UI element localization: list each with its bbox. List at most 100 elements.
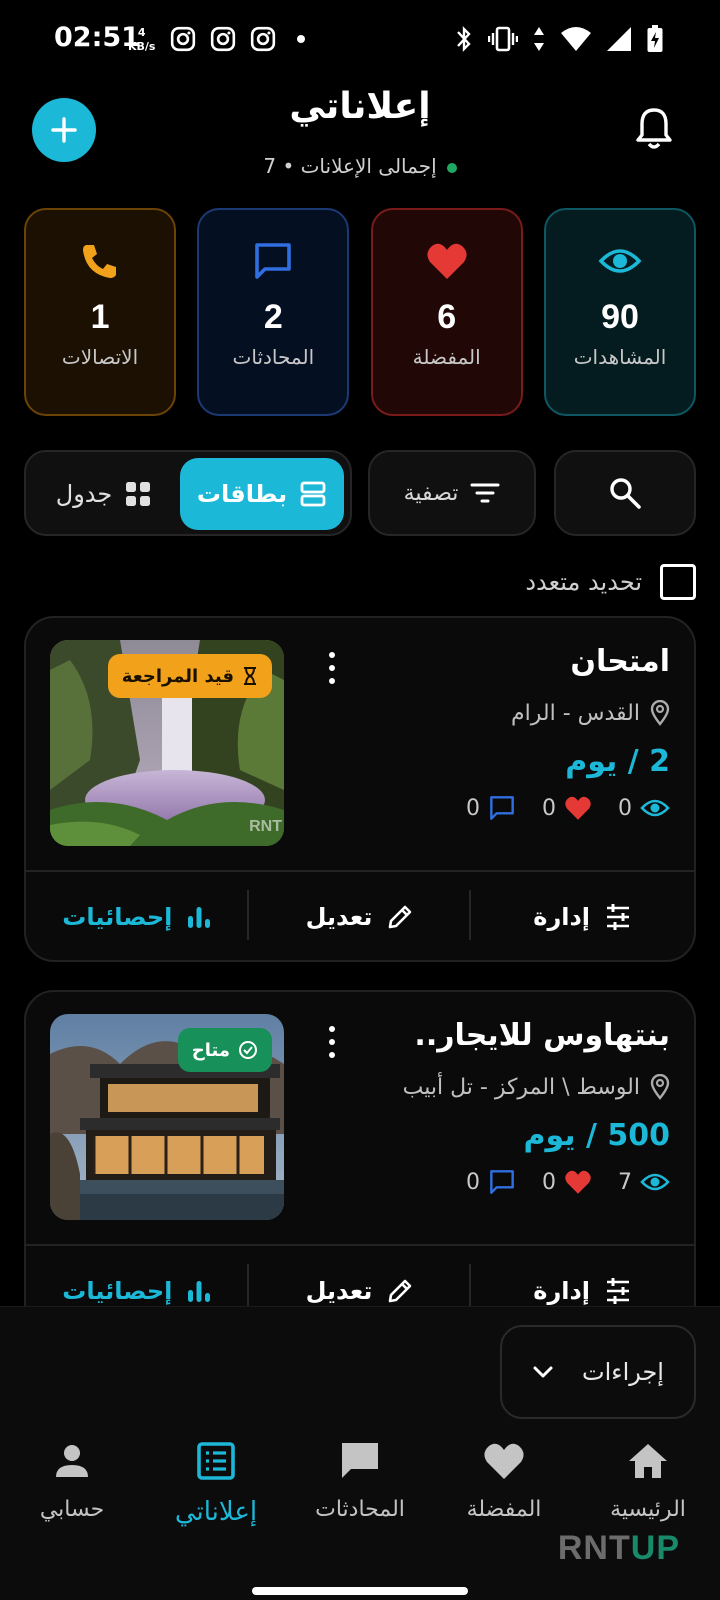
status-bar: 02:51 4 KB/s: [0, 0, 720, 84]
nav-favorites[interactable]: المفضلة: [432, 1439, 576, 1549]
chats-metric: 0: [466, 1168, 516, 1196]
tune-icon: [607, 904, 630, 930]
table-view-label: جدول: [55, 480, 113, 508]
chat-icon: [338, 1439, 382, 1483]
eye-icon: [640, 799, 670, 817]
more-options-icon[interactable]: [322, 648, 342, 688]
notification-icons: [170, 26, 312, 52]
listing-image[interactable]: متاح: [50, 1014, 284, 1220]
filter-label: تصفية: [403, 480, 459, 506]
stat-value: 6: [437, 298, 457, 336]
listing-location: القدس - الرام: [511, 700, 670, 726]
multi-select-toggle[interactable]: تحديد متعدد: [525, 560, 696, 604]
signal-icon: [607, 27, 631, 51]
eye-icon: [640, 1173, 670, 1191]
table-view-button[interactable]: جدول: [34, 458, 174, 530]
bluetooth-icon: [457, 26, 471, 52]
cards-view-label: بطاقات: [196, 480, 288, 508]
listing-location: الوسط \ المركز - تل أبيب: [403, 1074, 670, 1100]
chat-icon: [250, 238, 296, 284]
bar-chart-icon: [188, 907, 211, 928]
stat-card-calls[interactable]: 1 الاتصالات: [24, 208, 177, 416]
notifications-bell-icon[interactable]: [634, 106, 674, 150]
cards-view-button[interactable]: بطاقات: [180, 458, 344, 530]
listing-title: امتحان: [570, 644, 670, 679]
multi-select-checkbox[interactable]: [660, 564, 696, 600]
actions-dropdown[interactable]: إجراءات: [500, 1325, 696, 1419]
listing-price: 500 / يوم: [523, 1118, 670, 1153]
vibrate-icon: [488, 26, 518, 52]
status-badge: قيد المراجعة: [107, 654, 272, 698]
chat-icon: [490, 796, 514, 820]
wifi-icon: [561, 27, 591, 51]
multi-select-label: تحديد متعدد: [525, 568, 642, 596]
nav-my-listings[interactable]: إعلاناتي: [144, 1439, 288, 1549]
instagram-icon: [210, 26, 236, 52]
person-icon: [50, 1439, 94, 1483]
chevron-down-icon: [533, 1366, 553, 1378]
heart-icon: [565, 1170, 591, 1194]
stat-label: المشاهدات: [573, 345, 667, 369]
list-icon: [194, 1439, 238, 1483]
stat-label: المحادثات: [232, 345, 315, 369]
cards-view-icon: [300, 481, 326, 507]
nav-chats[interactable]: المحادثات: [288, 1439, 432, 1549]
edit-button[interactable]: تعديل: [249, 872, 472, 960]
favorites-metric: 0: [542, 795, 592, 821]
more-notifications-dot-icon: [297, 35, 305, 43]
hourglass-icon: [244, 667, 256, 685]
phone-icon: [77, 238, 123, 284]
pencil-icon: [389, 905, 412, 929]
views-metric: 0: [618, 796, 670, 821]
actions-dropdown-label: إجراءات: [582, 1358, 664, 1386]
stat-value: 90: [601, 298, 639, 336]
listing-card[interactable]: امتحان القدس - الرام 2 / يوم 0 0 0 قيد ا…: [24, 616, 696, 962]
home-icon: [626, 1439, 670, 1483]
stat-label: المفضلة: [412, 345, 481, 369]
favorites-metric: 0: [542, 1169, 592, 1195]
filter-icon: [470, 483, 500, 503]
pencil-icon: [389, 1279, 412, 1303]
heart-icon: [424, 238, 470, 284]
stat-value: 2: [263, 298, 283, 336]
more-options-icon[interactable]: [322, 1022, 342, 1062]
listing-title: بنتهاوس للايجار..: [414, 1018, 670, 1053]
toolbar: تصفية بطاقات جدول: [24, 450, 696, 538]
stat-value: 1: [90, 298, 110, 336]
nav-account[interactable]: حسابي: [0, 1439, 144, 1549]
location-pin-icon: [650, 1074, 670, 1100]
statistics-button[interactable]: إحصائيات: [26, 872, 249, 960]
manage-button[interactable]: إدارة: [471, 872, 694, 960]
image-watermark: RNT: [249, 818, 282, 835]
bar-chart-icon: [188, 1281, 211, 1302]
listing-image[interactable]: قيد المراجعة RNT: [50, 640, 284, 846]
battery-charging-icon: [647, 25, 663, 52]
view-toggle: بطاقات جدول: [24, 450, 352, 536]
stat-label: الاتصالات: [61, 345, 139, 369]
search-button[interactable]: [554, 450, 696, 536]
check-circle-icon: [239, 1041, 257, 1059]
page-title: إعلاناتي: [289, 86, 431, 127]
system-icons: [454, 24, 664, 54]
chats-metric: 0: [466, 794, 516, 822]
heart-icon: [482, 1439, 526, 1483]
filter-button[interactable]: تصفية: [368, 450, 536, 536]
stat-card-views[interactable]: 90 المشاهدات: [544, 208, 696, 416]
stat-card-favorites[interactable]: 6 المفضلة: [370, 208, 523, 416]
home-indicator[interactable]: [252, 1587, 468, 1595]
tune-icon: [607, 1278, 630, 1304]
eye-icon: [597, 238, 643, 284]
listing-metrics: 0 0 0: [466, 794, 670, 822]
listing-card[interactable]: بنتهاوس للايجار.. الوسط \ المركز - تل أب…: [24, 990, 696, 1336]
status-badge: متاح: [177, 1028, 272, 1072]
search-icon: [610, 478, 641, 509]
instagram-icon: [170, 26, 196, 52]
heart-icon: [565, 796, 591, 820]
listing-price: 2 / يوم: [565, 744, 670, 779]
grid-view-icon: [126, 482, 151, 506]
views-metric: 7: [618, 1170, 670, 1195]
network-speed: 4 KB/s: [128, 26, 156, 53]
online-dot: [446, 162, 457, 173]
stat-card-chats[interactable]: 2 المحادثات: [197, 208, 350, 416]
chat-icon: [490, 1170, 514, 1194]
